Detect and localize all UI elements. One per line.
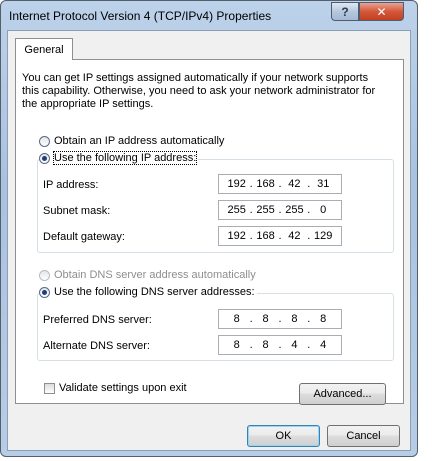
ip-dot: .	[307, 313, 311, 325]
ip-dot: .	[249, 178, 253, 190]
advanced-button[interactable]: Advanced...	[299, 383, 386, 405]
ip-octet: 4	[320, 339, 327, 351]
tab-general[interactable]: General	[15, 38, 73, 60]
general-tab-panel: You can get IP settings assigned automat…	[15, 59, 404, 405]
ip-octet: 8	[233, 313, 240, 325]
validate-settings-checkbox[interactable]: Validate settings upon exit	[44, 382, 187, 394]
ip-octet: 8	[233, 339, 240, 351]
use-following-dns-radio[interactable]: Use the following DNS server addresses:	[39, 286, 257, 298]
use-following-ip-label: Use the following IP address:	[52, 151, 198, 165]
ip-dot: .	[278, 339, 282, 351]
ip-octet: 31	[317, 178, 330, 190]
dialog-client-area: General You can get IP settings assigned…	[7, 30, 411, 451]
use-following-dns-label: Use the following DNS server addresses:	[54, 286, 255, 298]
default-gateway-label: Default gateway:	[43, 231, 125, 243]
ip-address-label: IP address:	[43, 179, 99, 191]
radio-icon	[39, 135, 50, 147]
dialog-window: Internet Protocol Version 4 (TCP/IPv4) P…	[0, 0, 418, 457]
close-icon: ✕	[376, 4, 387, 19]
ip-octet: 192	[227, 178, 246, 190]
obtain-ip-auto-radio[interactable]: Obtain an IP address automatically	[39, 135, 224, 147]
obtain-ip-auto-label: Obtain an IP address automatically	[54, 135, 225, 147]
ip-octet: 42	[288, 178, 301, 190]
obtain-dns-auto-radio[interactable]: Obtain DNS server address automatically	[39, 269, 256, 281]
ip-dot: .	[249, 313, 253, 325]
help-icon: ?	[341, 4, 349, 19]
ip-dot: .	[278, 230, 282, 242]
alternate-dns-field[interactable]: 8. 8. 4. 4	[218, 335, 342, 355]
ip-octet: 129	[314, 230, 333, 242]
validate-settings-label: Validate settings upon exit	[59, 382, 187, 394]
ok-button[interactable]: OK	[247, 425, 320, 447]
ip-address-field[interactable]: 192. 168. 42. 31	[218, 174, 342, 194]
cancel-button[interactable]: Cancel	[327, 425, 400, 447]
ip-octet: 8	[291, 313, 298, 325]
subnet-mask-field[interactable]: 255. 255. 255. 0	[218, 200, 342, 220]
preferred-dns-label: Preferred DNS server:	[43, 314, 152, 326]
ip-dot: .	[278, 178, 282, 190]
ip-octet: 168	[256, 178, 275, 190]
radio-selected-icon	[39, 286, 50, 298]
ip-octet: 8	[320, 313, 327, 325]
ip-octet: 192	[227, 230, 246, 242]
checkbox-icon	[44, 382, 55, 394]
help-button[interactable]: ?	[331, 2, 359, 21]
title-bar[interactable]: Internet Protocol Version 4 (TCP/IPv4) P…	[1, 1, 417, 31]
ip-dot: .	[249, 339, 253, 351]
intro-text: You can get IP settings assigned automat…	[22, 72, 376, 110]
ip-octet: 255	[256, 204, 275, 216]
radio-selected-icon	[39, 152, 50, 164]
ip-octet: 0	[320, 204, 327, 216]
use-following-ip-radio[interactable]: Use the following IP address:	[39, 151, 199, 165]
ip-octet: 168	[256, 230, 275, 242]
ip-dot: .	[249, 204, 253, 216]
ip-octet: 42	[288, 230, 301, 242]
ip-octet: 8	[262, 313, 269, 325]
alternate-dns-label: Alternate DNS server:	[43, 340, 150, 352]
ip-dot: .	[307, 178, 311, 190]
obtain-dns-auto-label: Obtain DNS server address automatically	[54, 269, 256, 281]
ip-dot: .	[307, 204, 311, 216]
close-button[interactable]: ✕	[359, 2, 404, 21]
window-title: Internet Protocol Version 4 (TCP/IPv4) P…	[9, 9, 272, 23]
ip-dot: .	[249, 230, 253, 242]
default-gateway-field[interactable]: 192. 168. 42. 129	[218, 226, 342, 246]
ip-dot: .	[307, 230, 311, 242]
ip-octet: 255	[227, 204, 246, 216]
ip-dot: .	[278, 204, 282, 216]
subnet-mask-label: Subnet mask:	[43, 205, 111, 217]
ip-octet: 8	[262, 339, 269, 351]
preferred-dns-field[interactable]: 8. 8. 8. 8	[218, 309, 342, 329]
radio-disabled-icon	[39, 269, 50, 281]
ip-octet: 255	[285, 204, 304, 216]
ip-dot: .	[278, 313, 282, 325]
ip-dot: .	[307, 339, 311, 351]
ip-octet: 4	[291, 339, 298, 351]
